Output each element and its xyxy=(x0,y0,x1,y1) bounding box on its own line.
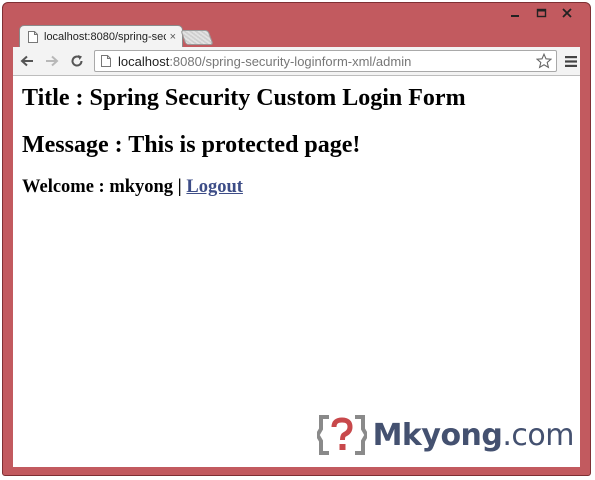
url-host: localhost xyxy=(118,53,170,69)
brand-wordmark: Mkyong.com xyxy=(372,417,575,453)
logout-link[interactable]: Logout xyxy=(186,177,243,197)
close-icon xyxy=(562,8,572,18)
back-arrow-icon xyxy=(20,55,33,67)
minimize-button[interactable] xyxy=(502,3,528,23)
minimize-icon xyxy=(511,15,519,17)
maximize-icon xyxy=(536,8,546,18)
page-icon xyxy=(101,55,111,67)
welcome-line: Welcome : mkyong | Logout xyxy=(22,177,243,198)
page-icon xyxy=(28,30,38,43)
mkyong-watermark: Mkyong.com xyxy=(316,413,575,457)
new-tab-button[interactable] xyxy=(180,30,214,45)
back-button[interactable] xyxy=(16,50,38,72)
forward-arrow-icon xyxy=(46,55,59,67)
browser-window: localhost:8080/spring-sec × localhost:80… xyxy=(2,2,591,476)
close-window-button[interactable] xyxy=(554,3,580,23)
tab-title: localhost:8080/spring-sec xyxy=(44,30,166,43)
browser-toolbar: localhost:8080/spring-security-loginform… xyxy=(13,47,580,76)
mkyong-logo-icon xyxy=(316,415,367,455)
bookmark-star-icon[interactable] xyxy=(536,53,552,69)
window-controls xyxy=(502,3,580,25)
tab-strip: localhost:8080/spring-sec × xyxy=(13,23,580,47)
reload-icon xyxy=(71,55,83,67)
page-content: Title : Spring Security Custom Login For… xyxy=(13,76,580,467)
tab-active[interactable]: localhost:8080/spring-sec × xyxy=(19,25,183,47)
brand-suffix: .com xyxy=(502,417,574,453)
maximize-button[interactable] xyxy=(528,3,554,23)
brand-name: Mkyong xyxy=(372,417,503,453)
url-path: :8080/spring-security-loginform-xml/admi… xyxy=(169,53,412,69)
welcome-text: Welcome : mkyong | xyxy=(22,177,187,197)
menu-button[interactable] xyxy=(563,53,579,69)
message-heading: Message : This is protected page! xyxy=(22,132,361,158)
reload-button[interactable] xyxy=(66,50,88,72)
forward-button[interactable] xyxy=(41,50,63,72)
tab-close-icon[interactable]: × xyxy=(170,31,176,43)
page-title-heading: Title : Spring Security Custom Login For… xyxy=(22,85,466,111)
address-bar[interactable]: localhost:8080/spring-security-loginform… xyxy=(94,50,557,72)
hamburger-menu-icon xyxy=(565,55,577,67)
